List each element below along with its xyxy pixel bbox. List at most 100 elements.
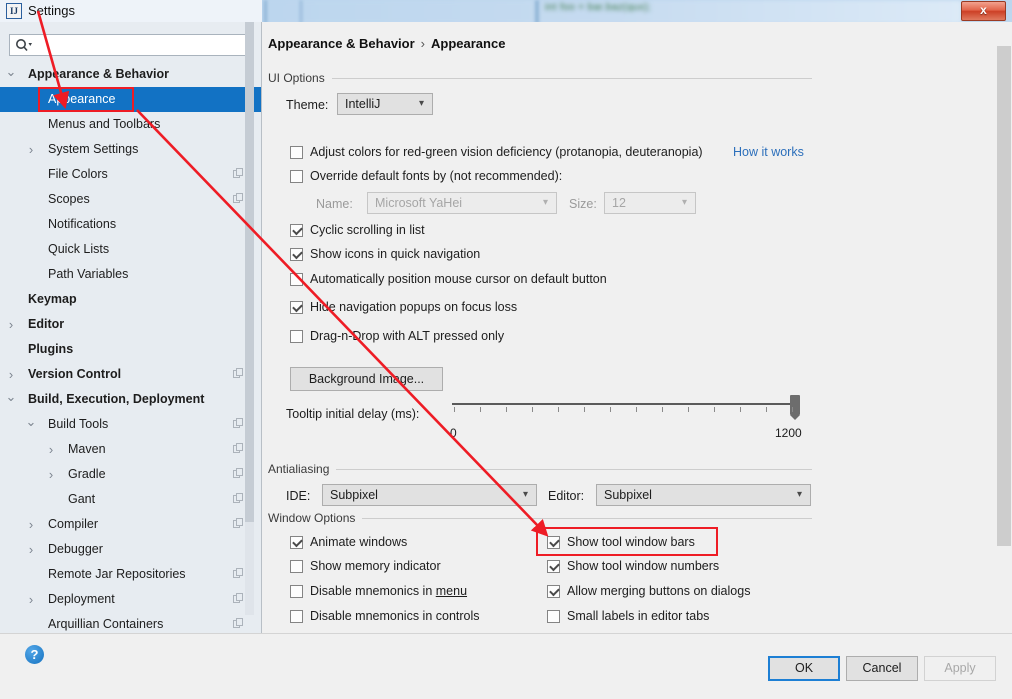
antialiasing-editor-value: Subpixel — [604, 488, 652, 502]
override-fonts-checkbox[interactable] — [290, 170, 303, 183]
sidebar-item-maven[interactable]: › Maven — [0, 437, 262, 462]
slider-tick — [740, 407, 741, 412]
chevron-right-icon[interactable]: › — [24, 137, 38, 162]
chevron-right-icon[interactable]: › — [44, 462, 58, 487]
screenshot-root: int foo = bar.baz(qux); IJ Settings x ⌄ … — [0, 0, 1012, 699]
window-option-left-label-2: Disable mnemonics in menu — [310, 584, 468, 598]
copy-settings-icon[interactable] — [233, 418, 244, 429]
window-option-right-label-0: Show tool window bars — [567, 535, 695, 549]
apply-button: Apply — [924, 656, 996, 681]
tooltip-delay-label: Tooltip initial delay (ms): — [286, 407, 420, 421]
theme-select[interactable]: IntelliJ ▾ — [337, 93, 433, 115]
window-option-left-checkbox-1[interactable] — [290, 560, 303, 573]
sidebar-item-remote-jar-repositories[interactable]: Remote Jar Repositories — [0, 562, 262, 587]
copy-settings-icon[interactable] — [233, 518, 244, 529]
ui-option-checkbox-4[interactable] — [290, 330, 303, 343]
copy-settings-icon[interactable] — [233, 568, 244, 579]
sidebar-item-appearance[interactable]: Appearance — [0, 87, 262, 112]
help-icon[interactable]: ? — [25, 645, 44, 664]
slider-tick — [636, 407, 637, 412]
sidebar-item-build-execution-deployment[interactable]: ⌄ Build, Execution, Deployment — [0, 387, 262, 412]
window-option-left-checkbox-0[interactable] — [290, 536, 303, 549]
sidebar-item-quick-lists[interactable]: Quick Lists — [0, 237, 262, 262]
search-icon — [15, 38, 35, 54]
window-option-left-checkbox-2[interactable] — [290, 585, 303, 598]
chevron-right-icon[interactable]: › — [4, 312, 18, 337]
sidebar-scrollbar-thumb[interactable] — [245, 22, 254, 522]
how-it-works-link[interactable]: How it works — [733, 145, 804, 159]
sidebar-item-build-tools[interactable]: ⌄ Build Tools — [0, 412, 262, 437]
copy-settings-icon[interactable] — [233, 468, 244, 479]
ok-button[interactable]: OK — [768, 656, 840, 681]
window-option-left-label-3: Disable mnemonics in controls — [310, 609, 480, 623]
sidebar-item-gradle[interactable]: › Gradle — [0, 462, 262, 487]
chevron-right-icon[interactable]: › — [4, 362, 18, 387]
slider-tick — [532, 407, 533, 412]
settings-tree[interactable]: ⌄ Appearance & Behavior Appearance Menus an… — [0, 62, 262, 655]
chevron-down-icon[interactable]: ⌄ — [24, 412, 38, 432]
window-option-right-checkbox-3[interactable] — [547, 610, 560, 623]
copy-settings-icon[interactable] — [233, 493, 244, 504]
copy-settings-icon[interactable] — [233, 368, 244, 379]
antialiasing-editor-select[interactable]: Subpixel ▾ — [596, 484, 811, 506]
adjust-colors-checkbox[interactable] — [290, 146, 303, 159]
font-size-select[interactable]: 12 ▾ — [604, 192, 696, 214]
copy-settings-icon[interactable] — [233, 193, 244, 204]
close-icon[interactable]: x — [961, 1, 1006, 21]
sidebar-item-scopes[interactable]: Scopes — [0, 187, 262, 212]
ui-option-checkbox-3[interactable] — [290, 301, 303, 314]
copy-settings-icon[interactable] — [233, 443, 244, 454]
breadcrumb-parent[interactable]: Appearance & Behavior — [268, 36, 415, 51]
chevron-down-icon[interactable]: ⌄ — [4, 62, 18, 82]
font-size-label: Size: — [569, 197, 597, 211]
ui-option-checkbox-1[interactable] — [290, 248, 303, 261]
slider-thumb[interactable] — [790, 395, 800, 420]
search-box[interactable] — [9, 34, 253, 56]
copy-settings-icon[interactable] — [233, 618, 244, 629]
ui-option-checkbox-0[interactable] — [290, 224, 303, 237]
font-name-select[interactable]: Microsoft YaHei ▾ — [367, 192, 557, 214]
sidebar-item-appearance-behavior[interactable]: ⌄ Appearance & Behavior — [0, 62, 262, 87]
sidebar-item-debugger[interactable]: › Debugger — [0, 537, 262, 562]
window-option-right-checkbox-1[interactable] — [547, 560, 560, 573]
chevron-right-icon[interactable]: › — [24, 512, 38, 537]
slider-tick — [558, 407, 559, 412]
chevron-right-icon[interactable]: › — [24, 587, 38, 612]
chevron-right-icon[interactable]: › — [44, 437, 58, 462]
content-scrollbar-thumb[interactable] — [997, 46, 1011, 546]
sidebar-item-editor[interactable]: › Editor — [0, 312, 262, 337]
window-options-group-title: Window Options — [268, 511, 363, 525]
window-option-left-checkbox-3[interactable] — [290, 610, 303, 623]
window-option-right-checkbox-2[interactable] — [547, 585, 560, 598]
sidebar-item-plugins[interactable]: Plugins — [0, 337, 262, 362]
breadcrumb-current: Appearance — [431, 36, 506, 51]
sidebar-item-menus-and-toolbars[interactable]: Menus and Toolbars — [0, 112, 262, 137]
sidebar-item-notifications[interactable]: Notifications — [0, 212, 262, 237]
antialiasing-group-line — [268, 469, 812, 470]
background-image-button[interactable]: Background Image... — [290, 367, 443, 391]
dialog-title: Settings — [28, 3, 75, 18]
chevron-right-icon[interactable]: › — [24, 537, 38, 562]
sidebar-item-path-variables[interactable]: Path Variables — [0, 262, 262, 287]
window-option-right-label-2: Allow merging buttons on dialogs — [567, 584, 751, 598]
copy-settings-icon[interactable] — [233, 593, 244, 604]
sidebar-item-compiler[interactable]: › Compiler — [0, 512, 262, 537]
sidebar-item-keymap[interactable]: Keymap — [0, 287, 262, 312]
ui-option-checkbox-2[interactable] — [290, 273, 303, 286]
sidebar-item-deployment[interactable]: › Deployment — [0, 587, 262, 612]
window-option-right-checkbox-0[interactable] — [547, 536, 560, 549]
sidebar-item-version-control[interactable]: › Version Control — [0, 362, 262, 387]
antialiasing-ide-select[interactable]: Subpixel ▾ — [322, 484, 537, 506]
search-input[interactable] — [38, 36, 252, 56]
slider-tick — [714, 407, 715, 412]
copy-settings-icon[interactable] — [233, 168, 244, 179]
chevron-down-icon[interactable]: ⌄ — [4, 387, 18, 407]
sidebar-item-file-colors[interactable]: File Colors — [0, 162, 262, 187]
sidebar-item-gant[interactable]: Gant — [0, 487, 262, 512]
slider-track[interactable] — [452, 403, 797, 405]
cancel-button[interactable]: Cancel — [846, 656, 918, 681]
sidebar-item-system-settings[interactable]: › System Settings — [0, 137, 262, 162]
font-name-value: Microsoft YaHei — [375, 196, 463, 210]
intellij-logo-icon: IJ — [6, 3, 22, 19]
font-size-value: 12 — [612, 196, 626, 210]
